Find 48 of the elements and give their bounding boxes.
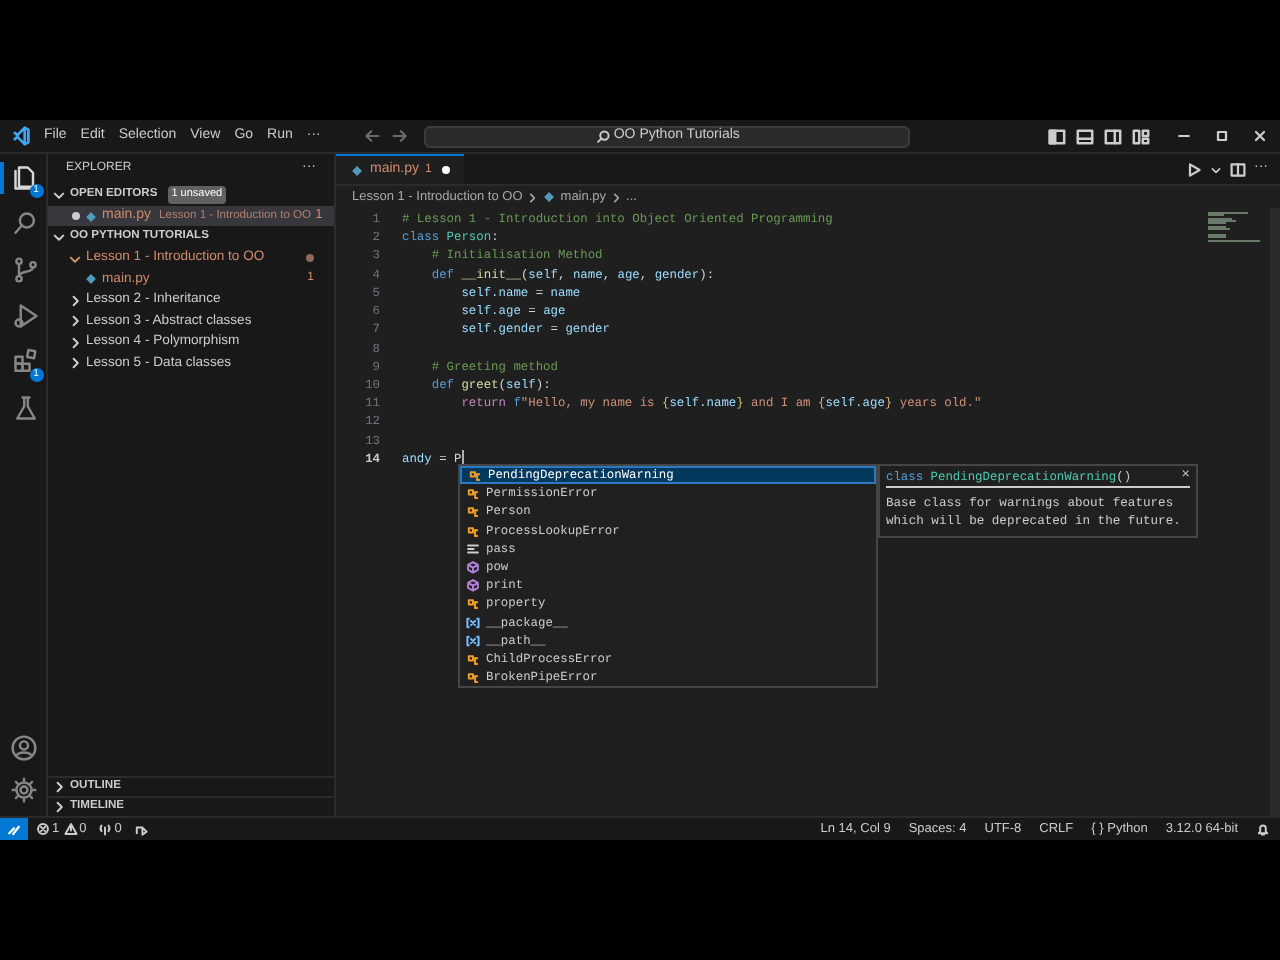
class-icon bbox=[466, 651, 480, 666]
settings-icon bbox=[9, 776, 37, 804]
python-file-icon bbox=[84, 209, 98, 223]
class-icon bbox=[466, 596, 480, 611]
class-icon bbox=[468, 468, 482, 483]
variable-icon bbox=[466, 633, 480, 648]
files-icon bbox=[11, 164, 39, 192]
vscode-logo-icon bbox=[12, 124, 32, 148]
customize-layout-icon bbox=[1132, 127, 1150, 145]
run-icon bbox=[1186, 161, 1202, 177]
back-arrow-icon bbox=[364, 128, 381, 144]
toggle-panel-icon bbox=[1076, 127, 1094, 145]
account-icon bbox=[9, 734, 37, 762]
chevron-down-icon bbox=[52, 188, 66, 202]
branch-icon bbox=[11, 256, 39, 284]
antenna-icon bbox=[98, 822, 113, 836]
play-bug-icon bbox=[11, 302, 39, 330]
toggle-sidebar-icon bbox=[1048, 127, 1066, 145]
minimap-drawing bbox=[1208, 212, 1260, 240]
remote-icon bbox=[6, 821, 22, 837]
close-icon bbox=[1252, 128, 1268, 144]
class-icon bbox=[466, 670, 480, 685]
class-icon bbox=[466, 486, 480, 501]
class-icon bbox=[466, 504, 480, 519]
toggle-secondary-sidebar-icon bbox=[1104, 127, 1122, 145]
chevron-down-icon bbox=[1210, 163, 1222, 175]
flask-icon bbox=[11, 394, 39, 422]
broadcast-icon bbox=[133, 822, 148, 836]
search-icon bbox=[595, 129, 610, 143]
remote-button[interactable] bbox=[0, 818, 28, 840]
warning-icon bbox=[63, 822, 78, 836]
search-icon bbox=[11, 210, 39, 238]
error-icon bbox=[36, 822, 50, 836]
forward-arrow-icon bbox=[392, 128, 409, 144]
python-file-icon bbox=[542, 190, 557, 204]
chevron-right-icon bbox=[610, 191, 623, 203]
variable-icon bbox=[466, 615, 480, 630]
blocks-icon bbox=[11, 348, 39, 376]
bell-icon bbox=[1256, 822, 1270, 836]
class-icon bbox=[466, 523, 480, 538]
cube-icon bbox=[466, 578, 480, 593]
keyword-icon bbox=[466, 541, 480, 556]
cube-icon bbox=[466, 560, 480, 575]
split-editor-icon bbox=[1230, 161, 1246, 177]
python-file-icon bbox=[84, 272, 98, 287]
maximize-icon bbox=[1214, 128, 1230, 144]
chevron-right-icon bbox=[526, 191, 539, 203]
python-file-icon bbox=[350, 163, 364, 177]
